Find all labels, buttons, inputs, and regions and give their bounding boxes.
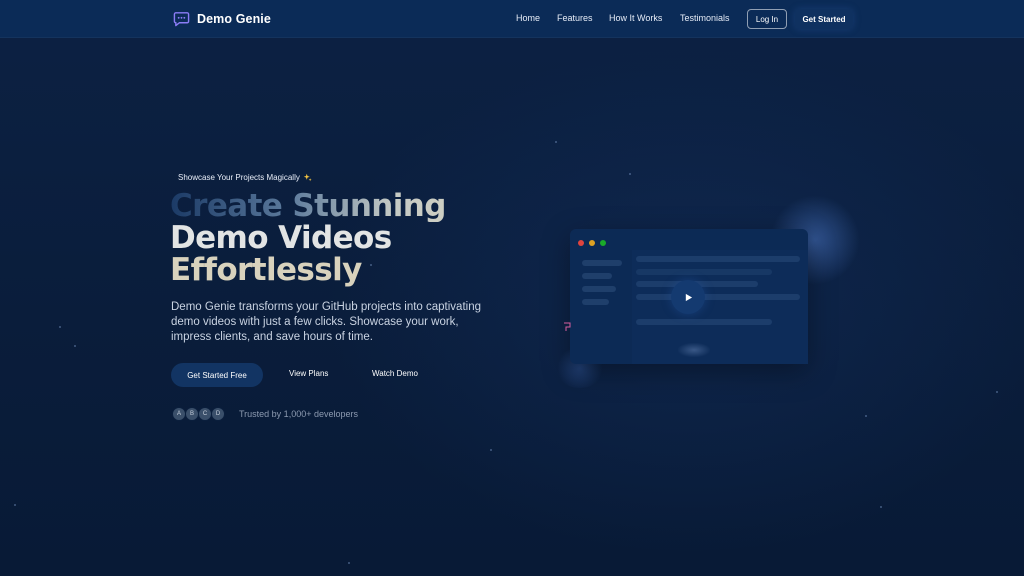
chat-bubble-icon: [173, 12, 190, 27]
content-placeholder: [636, 256, 800, 262]
star-dot: [59, 326, 61, 328]
star-dot: [14, 504, 16, 506]
page-background: [0, 0, 1024, 576]
brand-name: Demo Genie: [197, 11, 271, 26]
sidebar-placeholder: [582, 299, 609, 305]
sparkles-icon: [303, 173, 312, 181]
content-placeholder: [636, 294, 800, 300]
login-button[interactable]: Log In: [747, 9, 787, 29]
content-placeholder: [636, 319, 772, 325]
headline-line-3: Effortlessly: [170, 252, 362, 288]
star-dot: [880, 506, 882, 508]
get-started-button[interactable]: Get Started: [795, 9, 853, 29]
watch-demo-button[interactable]: Watch Demo: [372, 369, 418, 378]
play-icon: [685, 293, 692, 301]
avatar: C: [198, 407, 212, 421]
star-dot: [348, 562, 350, 564]
view-plans-button[interactable]: View Plans: [289, 369, 328, 378]
trusted-by-text: Trusted by 1,000+ developers: [239, 409, 358, 419]
play-button[interactable]: [671, 280, 705, 314]
hero-description: Demo Genie transforms your GitHub projec…: [171, 301, 481, 343]
avatar-group: A B C D: [172, 407, 225, 421]
star-dot: [74, 345, 76, 347]
get-started-free-button[interactable]: Get Started Free: [171, 363, 263, 387]
avatar: B: [185, 407, 199, 421]
window-close-dot: [578, 240, 584, 246]
nav-link-how-it-works[interactable]: How It Works: [609, 13, 662, 23]
star-dot: [555, 141, 557, 143]
avatar: D: [211, 407, 225, 421]
avatar: A: [172, 407, 186, 421]
nav-link-home[interactable]: Home: [516, 13, 540, 23]
nav-link-testimonials[interactable]: Testimonials: [680, 13, 730, 23]
star-dot: [629, 173, 631, 175]
nav-link-features[interactable]: Features: [557, 13, 593, 23]
content-panel: [632, 250, 808, 364]
hero-tagline: Showcase Your Projects Magically: [172, 170, 318, 184]
star-dot: [865, 415, 867, 417]
hero-headline: Create Stunning Demo Videos Effortlessly: [170, 190, 510, 286]
top-navbar: Demo Genie Home Features How It Works Te…: [0, 0, 1024, 38]
star-dot: [490, 449, 492, 451]
headline-line-1: Create Stunning: [170, 190, 510, 222]
brand[interactable]: Demo Genie: [173, 10, 271, 27]
content-glow: [678, 343, 710, 357]
headline-line-2: Demo Videos: [170, 220, 392, 256]
star-dot: [996, 391, 998, 393]
sidebar-placeholder: [582, 260, 622, 266]
tagline-text: Showcase Your Projects Magically: [178, 172, 300, 182]
sidebar-placeholder: [582, 286, 616, 292]
bookmark-icon: [564, 322, 571, 331]
sidebar-placeholder: [582, 273, 612, 279]
content-placeholder: [636, 269, 772, 275]
window-maximize-dot: [600, 240, 606, 246]
window-minimize-dot: [589, 240, 595, 246]
